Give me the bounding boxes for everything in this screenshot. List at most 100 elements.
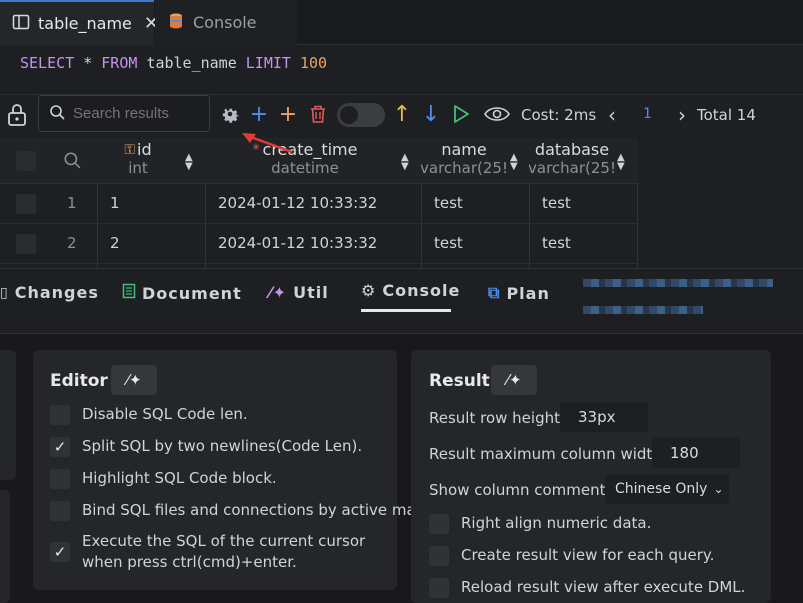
search-box[interactable] xyxy=(38,95,210,132)
grid-header: ⚿ id int ▲ ▼ * create_time datetime ▲ ▼ na… xyxy=(0,138,638,184)
checkbox[interactable]: ✓ xyxy=(50,542,70,562)
cell-id[interactable]: 2 xyxy=(110,234,120,252)
sql-editor[interactable]: SELECT * FROM table_name LIMIT 100 xyxy=(0,46,803,94)
cell-database[interactable]: test xyxy=(542,194,571,212)
add-row-icon[interactable]: + xyxy=(247,100,271,128)
table-row[interactable]: 1 1 2024-01-12 10:33:32 test test xyxy=(0,184,638,224)
next-page-button[interactable]: › xyxy=(678,103,686,127)
option-label: Create result view for each query. xyxy=(461,546,715,564)
gear-icon: ⚙ xyxy=(361,281,377,300)
cell-create-time[interactable]: 2024-01-12 10:33:32 xyxy=(218,194,377,212)
option-label: Execute the SQL of the current cursor wh… xyxy=(82,532,366,571)
option-execute-cursor[interactable]: ✓ Execute the SQL of the current cursor … xyxy=(50,531,385,573)
row-height-label: Result row height: xyxy=(429,409,566,427)
editor-title: Editor xyxy=(50,371,108,391)
query-cost: Cost: 2ms xyxy=(521,106,597,124)
table-row[interactable]: 2 2 2024-01-12 10:33:32 test test xyxy=(0,224,638,264)
tab-plan[interactable]: ⧉ Plan xyxy=(488,283,550,303)
cell-create-time[interactable]: 2024-01-12 10:33:32 xyxy=(218,234,377,252)
cell-id[interactable]: 1 xyxy=(110,194,120,212)
checkbox[interactable] xyxy=(50,469,70,489)
tab-console[interactable]: ⚙ Console xyxy=(361,281,460,300)
column-divider xyxy=(97,184,98,268)
table-icon xyxy=(12,13,30,35)
option-right-align[interactable]: Right align numeric data. xyxy=(429,514,759,534)
column-header-database[interactable]: database varchar(25! xyxy=(529,141,615,177)
option-label: Highlight SQL Code block. xyxy=(82,469,277,487)
delete-icon[interactable] xyxy=(306,100,330,128)
changes-icon: ▯ xyxy=(0,284,9,301)
option-bind-sql-files[interactable]: Bind SQL files and connections by active… xyxy=(50,501,435,521)
option-result-view-each[interactable]: Create result view for each query. xyxy=(429,546,759,566)
sql-keyword-from: FROM xyxy=(101,54,138,72)
arrow-down-icon[interactable]: ↓ xyxy=(419,100,443,128)
sql-keyword-select: SELECT xyxy=(20,54,75,72)
toggle-switch[interactable] xyxy=(337,103,385,127)
row-number: 1 xyxy=(67,194,77,212)
option-disable-code-len[interactable]: Disable SQL Code len. xyxy=(50,405,395,425)
option-label: Right align numeric data. xyxy=(461,514,652,532)
arrow-up-icon[interactable]: ↑ xyxy=(390,100,414,128)
sort-icon[interactable]: ▲ ▼ xyxy=(617,153,625,172)
row-checkbox[interactable] xyxy=(16,194,36,214)
column-type: varchar(25! xyxy=(421,159,507,177)
select-value: Chinese Only xyxy=(615,481,708,497)
tab-document[interactable]: Document xyxy=(122,283,242,303)
search-input[interactable] xyxy=(73,105,193,122)
column-header-id[interactable]: ⚿ id int xyxy=(118,141,158,178)
max-width-input[interactable]: 180 xyxy=(652,438,740,468)
option-label: Bind SQL files and connections by active… xyxy=(82,501,436,519)
max-width-label: Result maximum column width: xyxy=(429,445,667,463)
prev-page-button[interactable]: ‹ xyxy=(608,103,616,127)
option-highlight-block[interactable]: Highlight SQL Code block. xyxy=(50,469,395,489)
cell-database[interactable]: test xyxy=(542,234,571,252)
tab-label: Changes xyxy=(14,283,99,302)
gear-icon[interactable] xyxy=(218,100,242,128)
tab-label: Util xyxy=(293,283,329,302)
checkbox[interactable] xyxy=(429,546,449,566)
lock-icon[interactable] xyxy=(6,103,28,131)
run-icon[interactable] xyxy=(449,100,473,128)
column-header-name[interactable]: name varchar(25! xyxy=(421,141,507,177)
sort-icon[interactable]: ▲ ▼ xyxy=(185,153,193,172)
insert-row-icon[interactable]: + xyxy=(276,100,300,128)
search-icon xyxy=(49,104,65,124)
annotation-arrow-icon xyxy=(240,130,300,164)
row-checkbox[interactable] xyxy=(16,234,36,254)
tab-table-name[interactable]: table_name ✕ xyxy=(0,0,159,45)
tab-util[interactable]: ⁄✦ Util xyxy=(269,283,329,302)
editor-wand-button[interactable]: ⁄✦ xyxy=(111,365,157,395)
result-title: Result xyxy=(429,371,490,391)
column-divider xyxy=(421,184,422,268)
column-comments-label: Show column comments: xyxy=(429,481,619,499)
checkbox[interactable] xyxy=(50,501,70,521)
cell-name[interactable]: test xyxy=(434,194,463,212)
option-label: Disable SQL Code len. xyxy=(82,405,248,423)
checkbox[interactable] xyxy=(429,578,449,598)
checkbox[interactable]: ✓ xyxy=(50,437,70,457)
tab-console[interactable]: Console xyxy=(155,0,297,45)
row-height-input[interactable]: 33px xyxy=(560,402,648,432)
search-icon[interactable] xyxy=(63,151,81,169)
sort-icon[interactable]: ▲ ▼ xyxy=(510,153,518,172)
cell-name[interactable]: test xyxy=(434,234,463,252)
column-comments-select[interactable]: Chinese Only ⌄ xyxy=(605,474,729,504)
option-reload-after-dml[interactable]: Reload result view after execute DML. xyxy=(429,578,769,598)
plan-icon: ⧉ xyxy=(488,283,501,302)
key-icon: ⚿ xyxy=(124,142,136,158)
sql-limit-value: 100 xyxy=(299,54,328,72)
tab-changes[interactable]: ▯ Changes xyxy=(0,283,99,302)
tab-label: Plan xyxy=(506,283,550,303)
result-wand-button[interactable]: ⁄✦ xyxy=(491,365,537,395)
option-split-sql[interactable]: ✓ Split SQL by two newlines(Code Len). xyxy=(50,437,395,457)
page-number[interactable]: 1 xyxy=(643,106,652,122)
checkbox[interactable] xyxy=(429,514,449,534)
wand-icon: ⁄✦ xyxy=(126,371,142,389)
select-all-checkbox[interactable] xyxy=(16,151,36,171)
tab-label: Document xyxy=(142,283,242,303)
eye-icon[interactable] xyxy=(483,100,511,128)
redacted-info xyxy=(583,279,773,287)
column-type: int xyxy=(128,159,148,177)
sort-icon[interactable]: ▲ ▼ xyxy=(401,153,409,172)
checkbox[interactable] xyxy=(50,405,70,425)
